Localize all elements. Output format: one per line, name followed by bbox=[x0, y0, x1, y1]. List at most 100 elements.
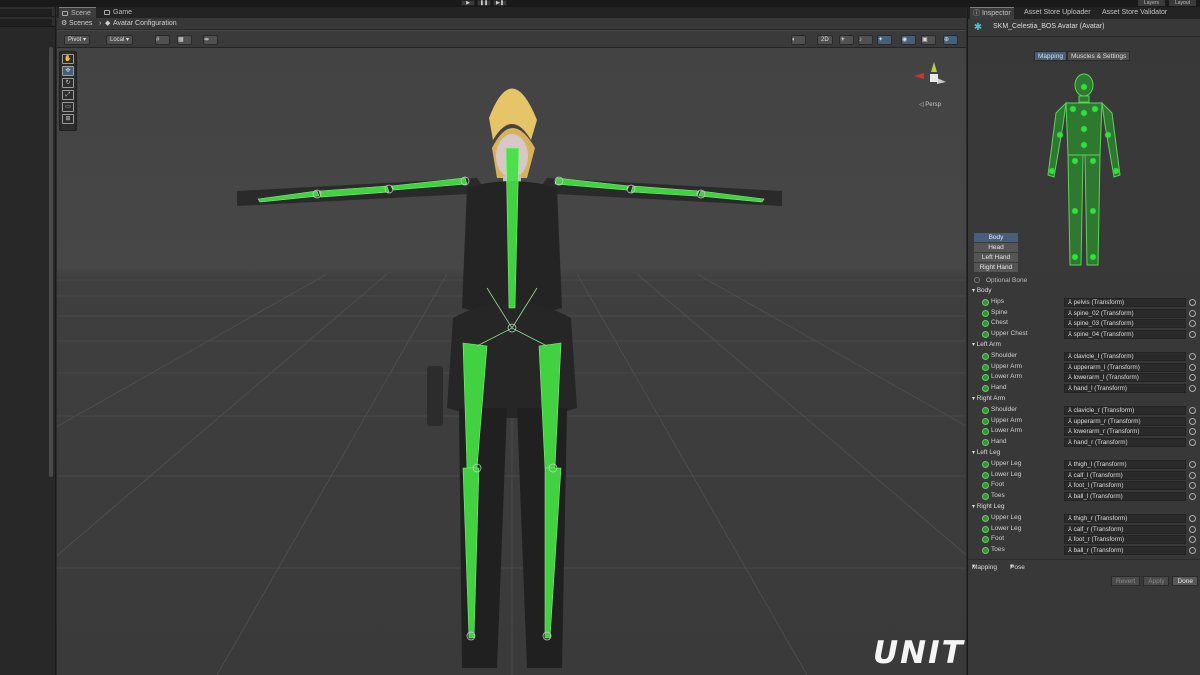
layout-dropdown[interactable]: Layout bbox=[1168, 0, 1196, 6]
bone-status-icon[interactable] bbox=[982, 493, 989, 501]
breadcrumb-root[interactable]: Scenes bbox=[69, 18, 92, 30]
bone-status-icon[interactable] bbox=[982, 309, 989, 317]
bone-group-header[interactable]: Left Leg bbox=[968, 448, 1200, 459]
done-button[interactable]: Done bbox=[1172, 576, 1198, 586]
hierarchy-scrollbar[interactable] bbox=[49, 47, 53, 477]
bone-transform-field[interactable]: ⅄ spine_03 (Transform) bbox=[1064, 319, 1186, 329]
object-picker-icon[interactable] bbox=[1189, 428, 1196, 436]
tab-inspector[interactable]: ⓘ Inspector bbox=[970, 7, 1014, 19]
revert-button[interactable]: Revert bbox=[1111, 576, 1141, 586]
effects-icon[interactable]: ✦ bbox=[877, 35, 892, 45]
transform-tool-icon[interactable]: ⊞ bbox=[62, 114, 74, 124]
object-picker-icon[interactable] bbox=[1189, 374, 1196, 382]
lighting-icon[interactable]: ☀ bbox=[839, 35, 854, 45]
pose-menu[interactable]: Pose ▾ bbox=[1010, 562, 1025, 571]
bone-status-icon[interactable] bbox=[982, 536, 989, 544]
pivot-dropdown[interactable]: Pivot ▾ bbox=[64, 35, 91, 45]
bone-status-icon[interactable] bbox=[982, 385, 989, 393]
bone-status-icon[interactable] bbox=[982, 428, 989, 436]
bone-status-icon[interactable] bbox=[982, 363, 989, 371]
tab-game[interactable]: Game bbox=[101, 7, 137, 18]
play-button[interactable]: ▶ bbox=[461, 0, 475, 6]
local-dropdown[interactable]: Local ▾ bbox=[106, 35, 134, 45]
bone-transform-field[interactable]: ⅄ spine_02 (Transform) bbox=[1064, 308, 1186, 318]
object-picker-icon[interactable] bbox=[1189, 417, 1196, 425]
body-part-left-hand[interactable]: Left Hand bbox=[974, 253, 1018, 262]
grid-toggle-button[interactable]: ▦ bbox=[177, 35, 192, 45]
projection-label[interactable]: ◁ Persp bbox=[919, 101, 941, 108]
breadcrumb-current[interactable]: Avatar Configuration bbox=[113, 18, 177, 30]
bone-group-header[interactable]: Body bbox=[968, 286, 1200, 297]
increment-snap-button[interactable]: ⇹ bbox=[203, 35, 218, 45]
body-part-head[interactable]: Head bbox=[974, 243, 1018, 252]
object-picker-icon[interactable] bbox=[1189, 439, 1196, 447]
bone-status-icon[interactable] bbox=[982, 298, 989, 306]
apply-button[interactable]: Apply bbox=[1143, 576, 1170, 586]
move-tool-icon[interactable]: ✥ bbox=[62, 66, 74, 76]
bone-transform-field[interactable]: ⅄ upperarm_l (Transform) bbox=[1064, 362, 1186, 372]
object-picker-icon[interactable] bbox=[1189, 482, 1196, 490]
bone-status-icon[interactable] bbox=[982, 331, 989, 339]
bone-status-icon[interactable] bbox=[982, 525, 989, 533]
bone-transform-field[interactable]: ⅄ thigh_l (Transform) bbox=[1064, 459, 1186, 469]
tab-asset-store-validator[interactable]: Asset Store Validator bbox=[1099, 7, 1170, 19]
gizmos-icon[interactable]: ⊕ bbox=[943, 35, 958, 45]
hand-tool-icon[interactable]: ✋ bbox=[62, 54, 74, 64]
bone-transform-field[interactable]: ⅄ lowerarm_l (Transform) bbox=[1064, 373, 1186, 383]
bone-status-icon[interactable] bbox=[982, 439, 989, 447]
bone-status-icon[interactable] bbox=[982, 547, 989, 555]
scene-viewport[interactable]: ✋ ✥ ↻ ⤢ ▭ ⊞ ◁ Persp UNITY PROJECT bbox=[57, 48, 966, 675]
bone-group-header[interactable]: Right Leg bbox=[968, 502, 1200, 513]
object-picker-icon[interactable] bbox=[1189, 352, 1196, 360]
bone-status-icon[interactable] bbox=[982, 482, 989, 490]
bone-status-icon[interactable] bbox=[982, 320, 989, 328]
audio-icon[interactable]: ♪ bbox=[858, 35, 873, 45]
body-part-body[interactable]: Body bbox=[974, 233, 1018, 242]
object-picker-icon[interactable] bbox=[1189, 320, 1196, 328]
draw-mode-button[interactable]: ◐ bbox=[791, 35, 806, 45]
object-picker-icon[interactable] bbox=[1189, 309, 1196, 317]
bone-transform-field[interactable]: ⅄ hand_l (Transform) bbox=[1064, 384, 1186, 394]
hidden-objects-icon[interactable]: ◉ bbox=[901, 35, 916, 45]
bone-transform-field[interactable]: ⅄ clavicle_l (Transform) bbox=[1064, 351, 1186, 361]
bone-group-header[interactable]: Right Arm bbox=[968, 394, 1200, 405]
object-picker-icon[interactable] bbox=[1189, 514, 1196, 522]
orientation-gizmo[interactable] bbox=[914, 62, 946, 84]
object-picker-icon[interactable] bbox=[1189, 298, 1196, 306]
tab-asset-store-uploader[interactable]: Asset Store Uploader bbox=[1021, 7, 1094, 19]
camera-icon[interactable]: ▣ bbox=[921, 35, 936, 45]
hierarchy-filter-field[interactable] bbox=[0, 19, 52, 26]
bone-status-icon[interactable] bbox=[982, 471, 989, 479]
object-picker-icon[interactable] bbox=[1189, 525, 1196, 533]
bone-status-icon[interactable] bbox=[982, 417, 989, 425]
bone-transform-field[interactable]: ⅄ calf_r (Transform) bbox=[1064, 524, 1186, 534]
object-picker-icon[interactable] bbox=[1189, 536, 1196, 544]
scale-tool-icon[interactable]: ⤢ bbox=[62, 90, 74, 100]
bone-transform-field[interactable]: ⅄ foot_l (Transform) bbox=[1064, 481, 1186, 491]
bone-status-icon[interactable] bbox=[982, 514, 989, 522]
object-picker-icon[interactable] bbox=[1189, 331, 1196, 339]
bone-transform-field[interactable]: ⅄ hand_r (Transform) bbox=[1064, 438, 1186, 448]
tab-mapping[interactable]: Mapping bbox=[1034, 51, 1067, 61]
rect-tool-icon[interactable]: ▭ bbox=[62, 102, 74, 112]
object-picker-icon[interactable] bbox=[1189, 406, 1196, 414]
bone-transform-field[interactable]: ⅄ pelvis (Transform) bbox=[1064, 297, 1186, 307]
bone-group-header[interactable]: Left Arm bbox=[968, 340, 1200, 351]
tab-scene[interactable]: Scene bbox=[59, 7, 96, 18]
bone-status-icon[interactable] bbox=[982, 460, 989, 468]
bone-transform-field[interactable]: ⅄ foot_r (Transform) bbox=[1064, 535, 1186, 545]
object-picker-icon[interactable] bbox=[1189, 493, 1196, 501]
bone-status-icon[interactable] bbox=[982, 352, 989, 360]
bone-transform-field[interactable]: ⅄ upperarm_r (Transform) bbox=[1064, 416, 1186, 426]
layers-dropdown[interactable]: Layers bbox=[1137, 0, 1165, 6]
mapping-menu[interactable]: Mapping ▾ bbox=[972, 562, 997, 571]
step-button[interactable]: ▶❚ bbox=[493, 0, 507, 6]
rotate-tool-icon[interactable]: ↻ bbox=[62, 78, 74, 88]
object-picker-icon[interactable] bbox=[1189, 385, 1196, 393]
bone-transform-field[interactable]: ⅄ clavicle_r (Transform) bbox=[1064, 405, 1186, 415]
bone-transform-field[interactable]: ⅄ thigh_r (Transform) bbox=[1064, 513, 1186, 523]
object-picker-icon[interactable] bbox=[1189, 363, 1196, 371]
bone-status-icon[interactable] bbox=[982, 374, 989, 382]
hierarchy-search-input[interactable] bbox=[0, 9, 52, 16]
mode-2d-button[interactable]: 2D bbox=[817, 35, 833, 45]
